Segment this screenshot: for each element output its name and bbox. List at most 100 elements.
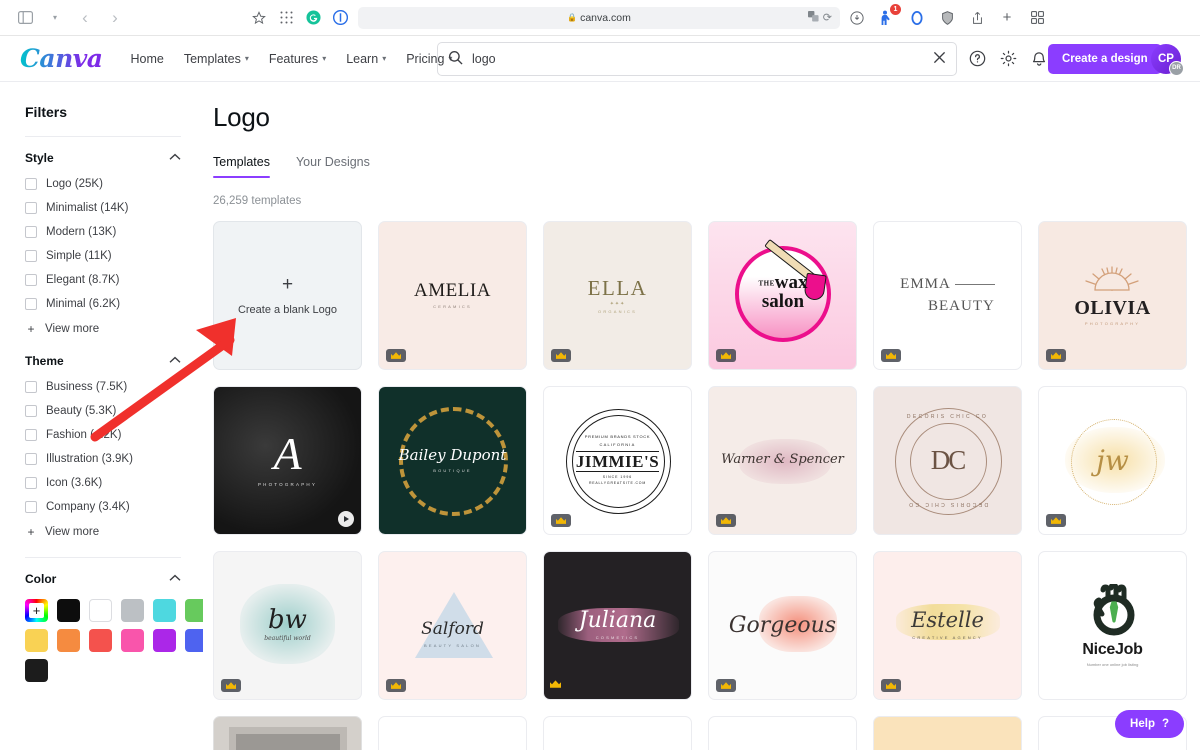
checkbox[interactable] [25,477,37,489]
chevron-up-icon[interactable] [169,153,181,164]
template-jimmies[interactable]: PREMIUM BRANDS STOCK CALIFORNIA JIMMIE'S… [543,386,692,535]
swatch-black[interactable] [57,599,80,622]
sidebar-toggle-icon[interactable] [12,6,38,30]
template-partial-frame[interactable] [213,716,362,750]
swatch-blue[interactable] [185,629,203,652]
template-emma-beauty[interactable]: EMMA BEAUTY [873,221,1022,370]
swatch-orange[interactable] [57,629,80,652]
nav-item-features[interactable]: Features ▾ [269,52,326,66]
tab-your-designs[interactable]: Your Designs [296,155,370,178]
swatch-green[interactable] [185,599,203,622]
filter-option-beauty[interactable]: Beauty (5.3K) [25,405,181,417]
theme-view-more-button[interactable]: + View more [25,525,181,539]
swatch-pink[interactable] [121,629,144,652]
swatch-dark[interactable] [25,659,48,682]
template-nicejob[interactable]: NiceJob Number one online job listing [1038,551,1187,700]
template-gorgeous[interactable]: Gorgeous [708,551,857,700]
bell-icon[interactable] [1030,50,1048,68]
chevron-up-icon[interactable] [169,574,181,585]
filter-option-illustration[interactable]: Illustration (3.9K) [25,453,181,465]
filter-option-business[interactable]: Business (7.5K) [25,381,181,393]
template-partial-blank-3[interactable] [708,716,857,750]
template-partial-cream[interactable] [873,716,1022,750]
custom-color-picker[interactable] [25,599,48,622]
template-jw-monogram[interactable]: jw [1038,386,1187,535]
play-icon[interactable] [338,511,354,527]
close-icon[interactable] [933,51,946,67]
template-olivia[interactable]: OLIVIA PHOTOGRAPHY [1038,221,1187,370]
1password-icon[interactable] [331,9,349,27]
template-estelle[interactable]: Estelle CREATIVE AGENCY [873,551,1022,700]
swatch-red[interactable] [89,629,112,652]
create-a-design-button[interactable]: Create a design [1048,43,1162,74]
filter-group-header[interactable]: Style [25,151,181,165]
checkbox[interactable] [25,501,37,513]
template-the-wax-salon[interactable]: THEwax salon [708,221,857,370]
downloads-icon[interactable] [848,9,866,27]
help-button[interactable]: Help ? [1115,710,1184,738]
checkbox[interactable] [25,453,37,465]
swatch-yellow[interactable] [25,629,48,652]
filter-option-elegant[interactable]: Elegant (8.7K) [25,274,181,286]
checkbox[interactable] [25,381,37,393]
search-input[interactable]: logo [472,52,924,66]
share-icon[interactable] [968,9,986,27]
checkbox[interactable] [25,226,37,238]
tab-overview-icon[interactable] [1028,9,1046,27]
swatch-cyan[interactable] [153,599,176,622]
translate-icon[interactable] [807,11,819,24]
plus-icon[interactable]: + [998,9,1016,27]
template-juliana-cosmetics[interactable]: Juliana COSMETICS [543,551,692,700]
reload-icon[interactable]: ⟳ [823,11,832,24]
tab-templates[interactable]: Templates [213,155,270,178]
template-ella[interactable]: ELLA ✦✦✦ ORGANICS [543,221,692,370]
create-blank-logo-card[interactable]: + Create a blank Logo [213,221,362,370]
swatch-purple[interactable] [153,629,176,652]
checkbox[interactable] [25,405,37,417]
grammarly-icon[interactable] [304,9,322,27]
nav-item-home[interactable]: Home [131,52,164,66]
swatch-white[interactable] [89,599,112,622]
filter-option-modern[interactable]: Modern (13K) [25,226,181,238]
canva-logo[interactable]: Canva [20,44,103,73]
filter-option-icon[interactable]: Icon (3.6K) [25,477,181,489]
swatch-gray[interactable] [121,599,144,622]
back-arrow-icon[interactable]: ‹ [72,6,98,30]
address-bar[interactable]: 🔒 canva.com ⟳ [358,6,840,29]
template-partial-blank-1[interactable] [378,716,527,750]
filter-option-simple[interactable]: Simple (11K) [25,250,181,262]
checkbox[interactable] [25,298,37,310]
template-a-photography[interactable]: A PHOTOGRAPHY [213,386,362,535]
template-warner-spencer[interactable]: Warner & Spencer [708,386,857,535]
avatar[interactable]: CP DR [1151,43,1184,76]
style-view-more-button[interactable]: + View more [25,322,181,336]
nav-item-templates[interactable]: Templates ▾ [184,52,249,66]
address-bar-actions[interactable]: ⟳ [807,11,832,24]
checkbox[interactable] [25,250,37,262]
shield-icon[interactable] [938,9,956,27]
template-beautiful-world[interactable]: bw beautiful world [213,551,362,700]
star-icon[interactable] [250,9,268,27]
apps-grid-icon[interactable] [277,9,295,27]
filter-group-header[interactable]: Theme [25,354,181,368]
filter-option-logo[interactable]: Logo (25K) [25,178,181,190]
checkbox[interactable] [25,429,37,441]
help-circle-icon[interactable] [968,50,986,68]
gear-icon[interactable] [999,50,1017,68]
filter-option-fashion[interactable]: Fashion (4.2K) [25,429,181,441]
sidebar-dropdown-icon[interactable]: ▾ [42,6,68,30]
filter-group-header[interactable]: Color [25,572,181,586]
forward-arrow-icon[interactable]: › [102,6,128,30]
nav-item-learn[interactable]: Learn ▾ [346,52,386,66]
template-partial-blank-2[interactable] [543,716,692,750]
filter-option-minimalist[interactable]: Minimalist (14K) [25,202,181,214]
checkbox[interactable] [25,178,37,190]
filter-option-minimal[interactable]: Minimal (6.2K) [25,298,181,310]
template-salford[interactable]: Salford BEAUTY SALON [378,551,527,700]
search-bar[interactable]: logo [437,41,957,76]
template-bailey-dupont[interactable]: Bailey Dupont BOUTIQUE [378,386,527,535]
filter-option-company[interactable]: Company (3.4K) [25,501,181,513]
honey-extension-icon[interactable]: 1 [878,3,901,27]
template-amelia[interactable]: AMELIA CERAMICS [378,221,527,370]
template-decoris-chic-co[interactable]: DECORIS CHIC CO DECORIS CHIC CO DC [873,386,1022,535]
